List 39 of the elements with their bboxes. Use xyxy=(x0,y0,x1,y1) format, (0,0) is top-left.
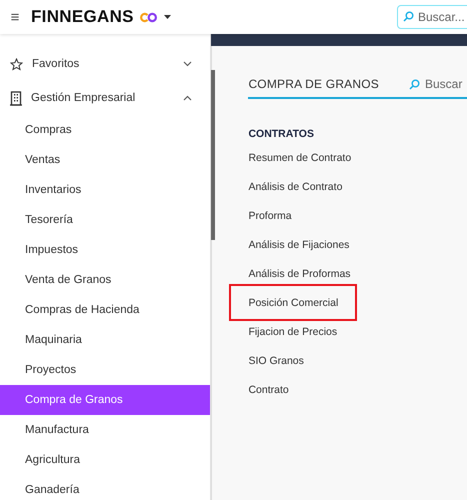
menu-button[interactable]: ≡ xyxy=(7,8,23,26)
menu-link[interactable]: Resumen de Contrato xyxy=(248,143,352,172)
sidebar-item[interactable]: Impuestos xyxy=(0,235,210,265)
menu-link[interactable]: Fijacion de Precios xyxy=(248,317,338,346)
menu-link[interactable]: SIO Granos xyxy=(248,346,304,375)
menu-link[interactable]: Análisis de Fijaciones xyxy=(248,230,350,259)
sidebar-item[interactable]: Ventas xyxy=(0,145,210,175)
sidebar-item[interactable]: Inventarios xyxy=(0,175,210,205)
panel-title: COMPRA DE GRANOS xyxy=(248,77,379,91)
menu-link[interactable]: Contrato xyxy=(248,375,289,404)
menu-link[interactable]: Proforma xyxy=(248,201,292,230)
brand-logo: FINNEGANS xyxy=(31,7,134,27)
sidebar-item[interactable]: Maquinaria xyxy=(0,325,210,355)
sidebar-section[interactable]: Favoritos xyxy=(0,47,210,81)
search-icon xyxy=(409,78,420,90)
sidebar-item[interactable]: Compras de Hacienda xyxy=(0,295,210,325)
search-field[interactable]: Buscar... xyxy=(397,5,467,29)
sidebar-item[interactable]: Compras xyxy=(0,115,210,145)
sidebar-item[interactable]: Venta de Granos xyxy=(0,265,210,295)
section-label: Gestión Empresarial xyxy=(31,92,136,104)
menu-link[interactable]: Análisis de Contrato xyxy=(248,172,342,201)
search-icon xyxy=(403,11,414,22)
sidebar-item[interactable]: Agricultura xyxy=(0,445,210,475)
sidebar-item[interactable]: Manufactura xyxy=(0,415,210,445)
section-label: Favoritos xyxy=(32,58,80,70)
scrollbar-thumb[interactable] xyxy=(211,70,215,240)
sidebar-section[interactable]: Gestión Empresarial xyxy=(0,81,210,115)
star-icon xyxy=(10,58,23,70)
building-icon xyxy=(10,90,22,106)
caret-icon[interactable] xyxy=(164,15,171,19)
panel-search-field[interactable]: Buscar xyxy=(425,77,467,91)
logo-icon xyxy=(138,12,158,22)
sidebar-item[interactable]: Ganadería xyxy=(0,475,210,500)
menu-link[interactable]: Análisis de Proformas xyxy=(248,259,351,288)
group-heading: CONTRATOS xyxy=(248,127,315,142)
sidebar-item[interactable]: Tesorería xyxy=(0,205,210,235)
sidebar-item[interactable]: Proyectos xyxy=(0,355,210,385)
sidebar-item[interactable]: Compra de Granos xyxy=(0,385,210,415)
menu-link[interactable]: Posición Comercial xyxy=(231,286,356,319)
